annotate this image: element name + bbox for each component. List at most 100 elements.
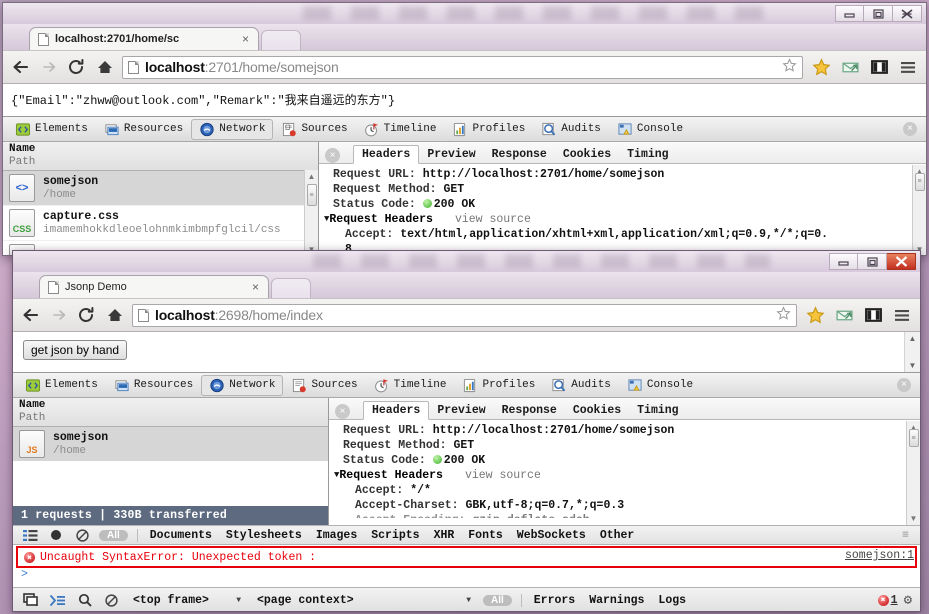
tab-strip-back[interactable]: localhost:2701/home/sc × [3,24,926,50]
subtab-preview[interactable]: Preview [419,146,483,163]
minimize-button[interactable] [835,5,864,22]
tab-close-icon[interactable]: × [249,280,262,294]
scroll-thumb[interactable]: ≡ [306,184,317,206]
network-request-list-front[interactable]: Name Path JS somejson /home 1 requests |… [13,398,329,525]
minimize-button[interactable] [829,253,858,270]
subtab-preview[interactable]: Preview [429,402,493,419]
console-filter-warnings[interactable]: Warnings [582,594,651,607]
filter-websockets[interactable]: WebSockets [510,529,593,542]
reload-icon[interactable] [66,57,87,78]
console-filter-all-pill[interactable]: All [483,594,512,606]
page-scrollbar[interactable]: ▲ ▼ [904,332,920,372]
console-drawer[interactable]: ✖ Uncaught SyntaxError: Unexpected token… [13,546,920,611]
devtools-tab-network[interactable]: Network [191,118,274,140]
devtools-tab-audits[interactable]: Audits [533,119,609,140]
filter-other[interactable]: Other [593,529,642,542]
filter-images[interactable]: Images [309,529,364,542]
clear-console-icon[interactable] [98,593,125,607]
table-row[interactable]: JS somejson /home [13,427,328,461]
filter-menu-icon[interactable]: ≡ [902,529,916,542]
bookmark-extension-icon[interactable] [810,56,832,78]
devtools-back[interactable]: Elements Resources Network {} Sources Ti… [3,116,926,255]
detail-close-icon[interactable]: × [335,404,350,419]
scroll-thumb[interactable]: ≡ [908,429,919,447]
menu-hamburger-icon[interactable] [891,304,913,326]
request-list-scrollbar[interactable]: ▲ ≡ ▼ [304,170,318,255]
home-icon[interactable] [94,57,115,78]
filter-scripts[interactable]: Scripts [364,529,426,542]
filter-xhr[interactable]: XHR [427,529,462,542]
scroll-thumb[interactable]: ≡ [914,172,925,191]
detail-subtabs-front[interactable]: Headers Preview Response Cookies Timing [329,398,920,420]
subtab-response[interactable]: Response [484,146,555,163]
devtools-tab-console[interactable]: Console [609,119,691,140]
console-prompt[interactable]: > [13,568,920,581]
network-list-header[interactable]: Name Path [3,142,318,171]
address-bar[interactable]: localhost:2701/home/somejson [122,55,803,79]
get-json-by-hand-button[interactable]: get json by hand [23,340,128,360]
devtools-tab-console[interactable]: Console [619,375,701,396]
search-icon[interactable] [71,593,98,607]
request-headers-section[interactable]: ▼Request Headers view source [324,212,926,227]
close-button[interactable] [893,5,922,22]
new-tab-ghost[interactable] [271,278,311,298]
console-toggle-icon[interactable] [44,594,71,607]
request-headers-section[interactable]: ▼Request Headers view source [334,468,920,483]
scroll-up-arrow[interactable]: ▲ [308,172,316,181]
clear-icon[interactable] [69,528,95,542]
devtools-tab-network[interactable]: Network [201,374,284,396]
devtools-close-icon[interactable]: × [897,378,911,392]
maximize-button[interactable] [858,253,887,270]
devtools-tab-sources[interactable]: Sources [283,375,365,396]
forward-arrow-icon[interactable] [38,57,59,78]
menu-hamburger-icon[interactable] [897,56,919,78]
home-icon[interactable] [104,305,125,326]
reload-icon[interactable] [76,305,97,326]
window-controls-front[interactable] [829,253,916,270]
browser-window-front[interactable]: Jsonp Demo × localhost:2698/home/index g… [12,250,921,612]
address-bar[interactable]: localhost:2698/home/index [132,303,797,327]
detail-scrollbar-back[interactable]: ▲ ≡ ▼ [912,165,926,255]
frame-selector[interactable]: <top frame> ▼ [125,594,249,607]
detail-subtabs-back[interactable]: Headers Preview Response Cookies Timing [319,142,926,164]
network-list-header[interactable]: Name Path [13,398,328,427]
mail-extension-icon[interactable] [833,304,855,326]
network-filter-bar[interactable]: All Documents Stylesheets Images Scripts… [13,525,920,545]
scroll-up-arrow[interactable]: ▲ [909,334,917,343]
title-bar-back[interactable] [3,3,926,24]
bookmark-star-icon[interactable] [776,306,791,324]
filter-fonts[interactable]: Fonts [461,529,510,542]
devtools-tab-elements[interactable]: Elements [7,119,96,140]
context-selector[interactable]: <page context> ▼ [249,594,479,607]
devtools-tab-audits[interactable]: Audits [543,375,619,396]
network-request-list-back[interactable]: Name Path <> somejson /home CSS capture.… [3,142,319,255]
browser-tab[interactable]: localhost:2701/home/sc × [29,27,259,50]
devtools-tab-profiles[interactable]: Profiles [444,119,533,140]
table-row[interactable]: <> somejson /home [3,171,318,206]
bookmark-star-icon[interactable] [782,58,797,76]
bookmark-extension-icon[interactable] [804,304,826,326]
tab-close-icon[interactable]: × [239,32,252,46]
devtools-tab-profiles[interactable]: Profiles [454,375,543,396]
gear-icon[interactable]: ⚙ [904,592,916,609]
subtab-headers[interactable]: Headers [363,401,430,420]
view-source-link[interactable]: view source [433,213,531,226]
subtab-headers[interactable]: Headers [353,145,420,164]
console-error-source-link[interactable]: somejson:1 [845,549,914,562]
maximize-button[interactable] [864,5,893,22]
subtab-timing[interactable]: Timing [629,402,686,419]
back-arrow-icon[interactable] [10,57,31,78]
panel-extension-icon[interactable] [862,304,884,326]
detail-close-icon[interactable]: × [325,148,340,163]
devtools-tab-sources[interactable]: {} Sources [273,119,355,140]
subtab-response[interactable]: Response [494,402,565,419]
subtab-cookies[interactable]: Cookies [565,402,629,419]
filter-stylesheets[interactable]: Stylesheets [219,529,309,542]
subtab-timing[interactable]: Timing [619,146,676,163]
scroll-down-arrow[interactable]: ▼ [910,514,918,523]
forward-arrow-icon[interactable] [48,305,69,326]
dock-icon[interactable] [17,593,44,607]
panel-extension-icon[interactable] [868,56,890,78]
view-source-link[interactable]: view source [443,469,541,482]
window-controls-back[interactable] [835,5,922,22]
